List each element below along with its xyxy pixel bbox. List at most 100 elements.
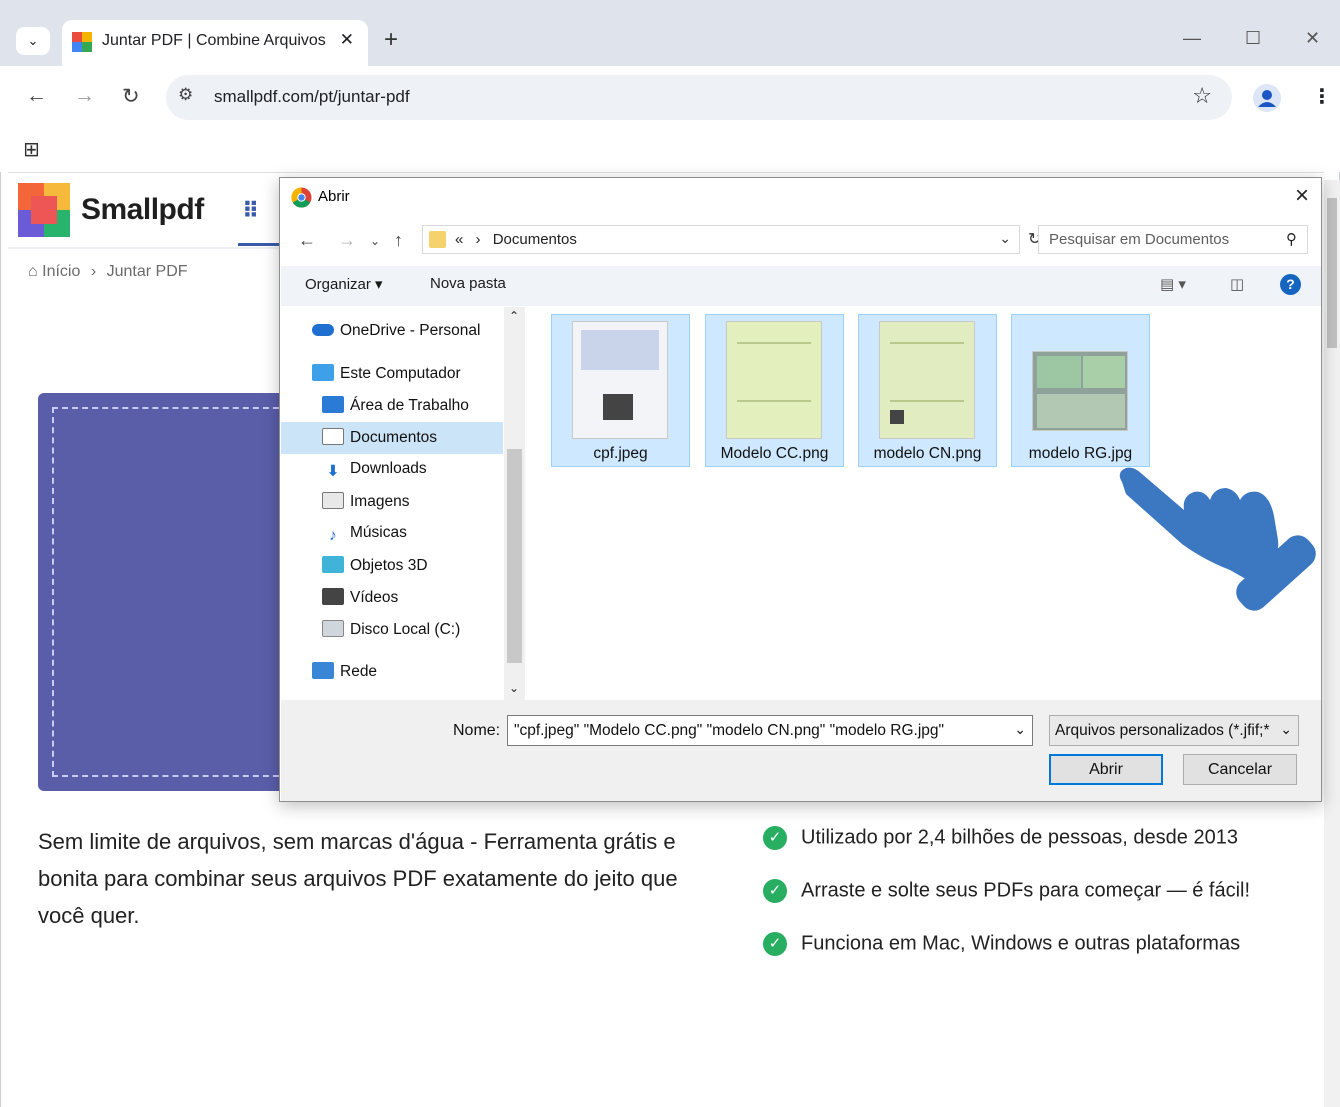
page-scrollbar[interactable] bbox=[1324, 180, 1340, 1107]
breadcrumb-separator: › bbox=[90, 263, 97, 280]
path-dropdown-icon[interactable]: ⌄ bbox=[999, 230, 1011, 247]
nav-item-local-disk[interactable]: Disco Local (C:) bbox=[322, 620, 460, 639]
file-name-value: "cpf.jpeg" "Modelo CC.png" "modelo CN.pn… bbox=[514, 722, 945, 739]
breadcrumb-home[interactable]: Início bbox=[42, 263, 80, 280]
nav-scrollbar[interactable]: ⌃ ⌄ bbox=[504, 307, 525, 700]
nav-label: Vídeos bbox=[350, 589, 399, 606]
feature-text: Utilizado por 2,4 bilhões de pessoas, de… bbox=[801, 826, 1238, 849]
dialog-title: Abrir bbox=[318, 188, 350, 205]
check-icon: ✓ bbox=[763, 826, 787, 850]
path-bar[interactable]: « › Documentos ⌄ bbox=[422, 225, 1020, 254]
dialog-search-input[interactable]: Pesquisar em Documentos ⚲ bbox=[1038, 225, 1308, 254]
active-tab[interactable]: Juntar PDF | Combine Arquivos ✕ bbox=[62, 20, 368, 66]
nav-item-videos[interactable]: Vídeos bbox=[322, 588, 398, 607]
file-thumbnail bbox=[726, 321, 822, 439]
certificate-lines-image bbox=[890, 342, 964, 402]
site-settings-icon[interactable]: ⚙ bbox=[178, 85, 193, 105]
file-type-dropdown-icon[interactable]: ⌄ bbox=[1276, 721, 1292, 738]
nav-label: Área de Trabalho bbox=[350, 397, 469, 414]
file-item[interactable]: modelo RG.jpg bbox=[1011, 314, 1150, 467]
nav-item-computer[interactable]: Este Computador bbox=[312, 364, 461, 383]
file-thumbnail bbox=[879, 321, 975, 439]
new-folder-button[interactable]: Nova pasta bbox=[430, 275, 506, 292]
reload-icon[interactable]: ↻ bbox=[122, 84, 140, 109]
forward-arrow-icon[interactable]: → bbox=[74, 84, 95, 108]
bookmarks-bar bbox=[0, 128, 1340, 172]
file-drop-zone[interactable] bbox=[38, 393, 299, 791]
file-item[interactable]: cpf.jpeg bbox=[551, 314, 690, 467]
smallpdf-logo-icon[interactable] bbox=[18, 183, 70, 237]
file-name: cpf.jpeg bbox=[593, 445, 648, 462]
id-card-back-image bbox=[1083, 356, 1125, 388]
nav-item-desktop[interactable]: Área de Trabalho bbox=[322, 396, 469, 415]
nav-item-3d-objects[interactable]: Objetos 3D bbox=[322, 556, 428, 575]
nav-label: Disco Local (C:) bbox=[350, 621, 461, 638]
nav-scroll-thumb[interactable] bbox=[507, 449, 522, 663]
file-thumbnail bbox=[1032, 351, 1128, 431]
home-icon[interactable]: ⌂ bbox=[28, 263, 38, 280]
tool-description: Sem limite de arquivos, sem marcas d'águ… bbox=[38, 829, 678, 928]
music-note-icon: ♪ bbox=[329, 527, 337, 544]
close-window-button[interactable]: ✕ bbox=[1305, 28, 1320, 49]
scrollbar-thumb[interactable] bbox=[1327, 198, 1337, 348]
dialog-close-icon[interactable]: × bbox=[1295, 182, 1309, 210]
pointing-hand-icon bbox=[1119, 467, 1316, 611]
feature-item: ✓ Utilizado por 2,4 bilhões de pessoas, d… bbox=[763, 826, 1238, 850]
minimize-button[interactable]: — bbox=[1183, 28, 1201, 49]
film-icon bbox=[322, 588, 344, 605]
dialog-forward-icon[interactable]: → bbox=[338, 230, 356, 251]
menu-kebab-icon[interactable]: ⋮ bbox=[1312, 84, 1332, 109]
nav-item-music[interactable]: ♪ Músicas bbox=[322, 524, 407, 544]
nav-item-documents[interactable]: Documentos bbox=[322, 428, 437, 447]
cancel-button[interactable]: Cancelar bbox=[1183, 754, 1297, 785]
file-type-select[interactable]: Arquivos personalizados (*.jfif;* ⌄ bbox=[1049, 715, 1299, 746]
scroll-up-icon[interactable]: ⌃ bbox=[509, 309, 519, 323]
maximize-button[interactable]: ☐ bbox=[1245, 28, 1261, 49]
file-name: Modelo CC.png bbox=[720, 445, 829, 462]
apps-grid-icon[interactable]: ⊞ bbox=[23, 137, 40, 162]
file-name-dropdown-icon[interactable]: ⌄ bbox=[1014, 721, 1026, 738]
file-item[interactable]: Modelo CC.png bbox=[705, 314, 844, 467]
recent-locations-icon[interactable]: ⌄ bbox=[370, 234, 380, 248]
smallpdf-favicon-icon bbox=[72, 32, 92, 52]
help-icon[interactable]: ? bbox=[1280, 274, 1301, 295]
file-type-value: Arquivos personalizados (*.jfif;* bbox=[1055, 722, 1270, 739]
feature-text: Funciona em Mac, Windows e outras plataf… bbox=[801, 932, 1241, 955]
nav-item-images[interactable]: Imagens bbox=[322, 492, 409, 511]
up-folder-icon[interactable]: ↑ bbox=[394, 230, 403, 251]
tools-grid-icon[interactable]: ⠿ bbox=[242, 198, 259, 224]
bookmark-star-icon[interactable]: ☆ bbox=[1192, 83, 1212, 109]
preview-pane-icon[interactable]: ◫ bbox=[1230, 275, 1244, 293]
nav-item-onedrive[interactable]: OneDrive - Personal bbox=[312, 322, 480, 340]
id-card-front-image bbox=[1037, 356, 1081, 388]
tab-title: Juntar PDF | Combine Arquivos bbox=[102, 32, 326, 49]
drive-icon bbox=[322, 620, 344, 637]
new-tab-button[interactable]: + bbox=[384, 26, 398, 54]
back-arrow-icon[interactable]: ← bbox=[26, 84, 47, 108]
nav-item-downloads[interactable]: ⬇ Downloads bbox=[322, 460, 427, 480]
cube-icon bbox=[322, 556, 344, 573]
open-button[interactable]: Abrir bbox=[1049, 754, 1163, 785]
tab-close-icon[interactable]: ✕ bbox=[340, 30, 354, 50]
path-current[interactable]: Documentos bbox=[493, 231, 577, 248]
profile-avatar-icon[interactable] bbox=[1253, 84, 1281, 112]
file-name-input[interactable]: "cpf.jpeg" "Modelo CC.png" "modelo CN.pn… bbox=[507, 715, 1033, 746]
nav-label: Rede bbox=[340, 663, 378, 680]
feature-text: Arraste e solte seus PDFs para começar —… bbox=[801, 879, 1251, 902]
tab-search-button[interactable]: ⌄ bbox=[16, 27, 50, 55]
organize-button[interactable]: Organizar ▾ bbox=[305, 275, 383, 293]
path-prefix[interactable]: « bbox=[455, 231, 463, 248]
nav-label: Documentos bbox=[350, 429, 438, 446]
view-options-icon[interactable]: ▤ ▾ bbox=[1160, 275, 1186, 293]
qr-code-image bbox=[890, 410, 904, 424]
scroll-down-icon[interactable]: ⌄ bbox=[509, 681, 519, 695]
dialog-back-icon[interactable]: ← bbox=[298, 230, 316, 251]
file-name-label: Nome: bbox=[453, 722, 501, 739]
file-item[interactable]: modelo CN.png bbox=[858, 314, 997, 467]
search-icon: ⚲ bbox=[1286, 231, 1297, 248]
drop-zone-border bbox=[52, 407, 299, 777]
address-bar[interactable]: ⚙ smallpdf.com/pt/juntar-pdf ☆ bbox=[166, 75, 1232, 120]
brand-name[interactable]: Smallpdf bbox=[81, 193, 204, 227]
check-icon: ✓ bbox=[763, 932, 787, 956]
nav-item-network[interactable]: Rede bbox=[312, 662, 377, 681]
